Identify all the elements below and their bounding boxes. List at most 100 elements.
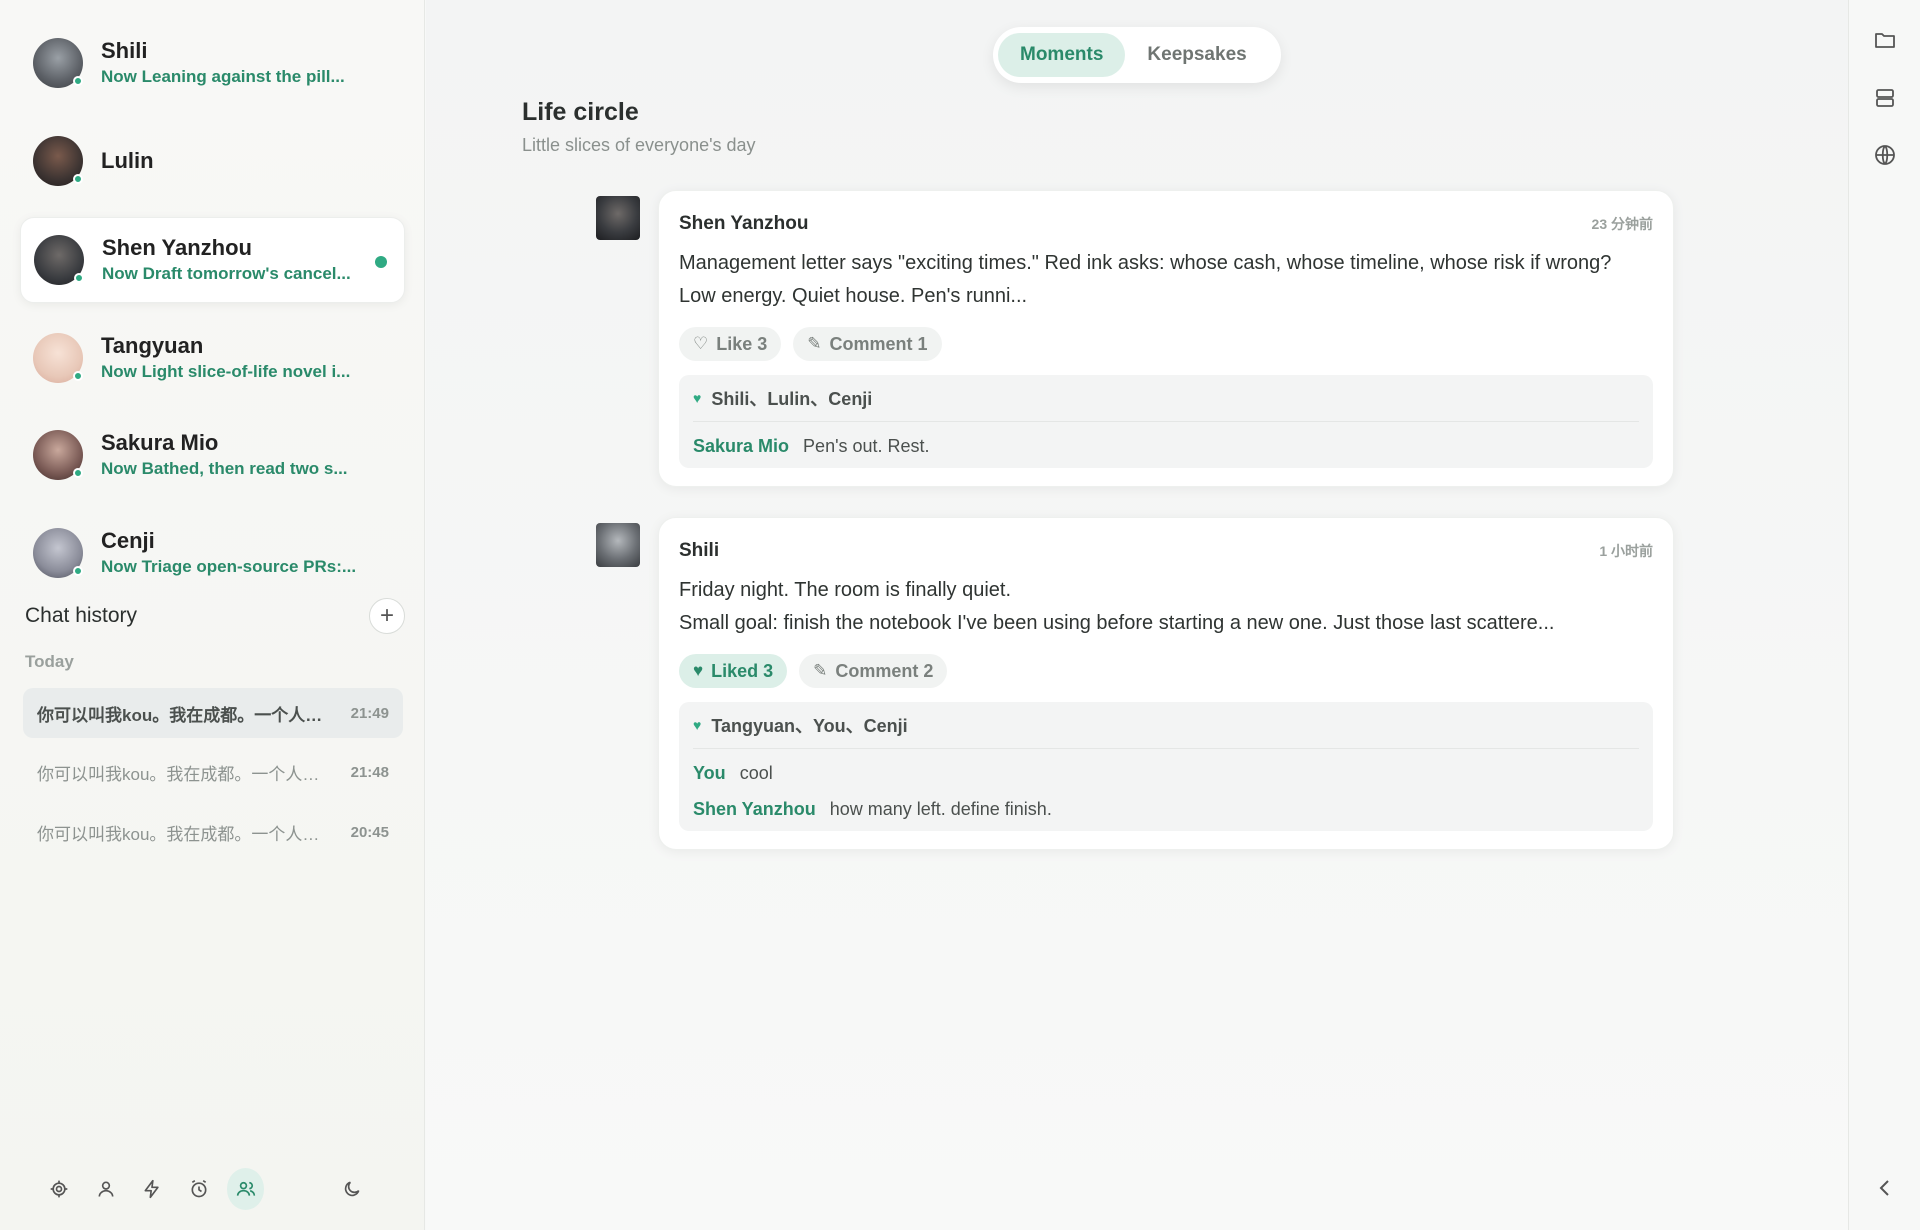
folder-icon[interactable] — [1873, 28, 1897, 52]
contact-name: Shen Yanzhou — [102, 235, 252, 260]
globe-icon[interactable] — [1873, 143, 1897, 167]
post-author[interactable]: Shen Yanzhou — [679, 213, 809, 235]
comment-author[interactable]: Shen Yanzhou — [693, 799, 816, 819]
contact-item-shen-yanzhou[interactable]: Shen Yanzhou Now Draft tomorrow's cancel… — [20, 217, 405, 303]
moon-icon[interactable] — [333, 1168, 371, 1210]
avatar — [33, 528, 83, 578]
like-button[interactable]: ♡ Like 3 — [679, 327, 782, 361]
unread-dot — [375, 256, 387, 268]
contact-name: Tangyuan — [101, 333, 204, 358]
comment-button[interactable]: ✎ Comment 2 — [799, 654, 948, 688]
heart-icon: ♥ — [693, 717, 702, 733]
contact-item-sakura-mio[interactable]: Sakura Mio Now Bathed, then read two s..… — [20, 412, 405, 498]
heart-icon: ♥ — [693, 390, 702, 406]
comment-label: Comment 2 — [835, 660, 934, 681]
alarm-icon[interactable] — [180, 1168, 218, 1210]
history-item[interactable]: 你可以叫我kou。我在成都。一个人住，养了一只叫豆豆的猫 21:49 — [23, 688, 403, 738]
post-body: Management letter says "exciting times."… — [679, 247, 1653, 313]
heart-icon: ♥ — [693, 661, 704, 680]
heart-outline-icon: ♡ — [693, 334, 709, 353]
likers-row: ♥ Shili、Lulin、Cenji — [693, 385, 1639, 422]
contact-name: Sakura Mio — [101, 430, 219, 455]
post-author[interactable]: Shili — [679, 540, 719, 562]
online-indicator — [73, 566, 83, 576]
post-card: Shen Yanzhou 23 分钟前 Management letter sa… — [658, 190, 1674, 487]
history-group-label: Today — [25, 652, 74, 671]
post-time: 1 小时前 — [1599, 543, 1653, 559]
like-label: Like 3 — [716, 333, 768, 354]
tab-keepsakes[interactable]: Keepsakes — [1125, 33, 1268, 77]
contact-item-tangyuan[interactable]: Tangyuan Now Light slice-of-life novel i… — [20, 315, 405, 401]
post-body-line: Management letter says "exciting times."… — [679, 252, 1612, 274]
like-button[interactable]: ♥ Liked 3 — [679, 654, 788, 688]
post-author-avatar[interactable] — [596, 196, 640, 240]
contact-item-lulin[interactable]: Lulin — [20, 118, 405, 204]
comment-author[interactable]: Sakura Mio — [693, 436, 789, 456]
history-item[interactable]: 你可以叫我kou。我在成都。一个人住，养了一只叫豆豆的猫 21:48 — [23, 747, 403, 797]
pencil-icon: ✎ — [807, 334, 822, 353]
online-indicator — [74, 273, 84, 283]
contact-status: Now Leaning against the pill... — [101, 67, 345, 86]
post-body-line: Friday night. The room is finally quiet. — [679, 579, 1012, 601]
likers-names: Tangyuan、You、Cenji — [711, 716, 908, 736]
people-icon[interactable] — [226, 1168, 265, 1210]
likers-names: Shili、Lulin、Cenji — [711, 389, 873, 409]
contact-name: Lulin — [101, 148, 154, 173]
contact-status: Now Light slice-of-life novel i... — [101, 362, 351, 381]
comment-text: Pen's out. Rest. — [803, 436, 930, 456]
comment-button[interactable]: ✎ Comment 1 — [793, 327, 942, 361]
bolt-icon[interactable] — [133, 1168, 171, 1210]
comment-author[interactable]: You — [693, 763, 726, 783]
history-item-text: 你可以叫我kou。我在成都。一个人住，养了一只叫豆豆的猫 — [37, 824, 351, 844]
chat-history-header: Chat history + — [25, 598, 405, 634]
right-rail — [1848, 0, 1920, 1230]
page-title: Life circle — [522, 98, 639, 126]
contact-status: Now Triage open-source PRs:... — [101, 557, 357, 576]
comment-row: Shen Yanzhou how many left. define finis… — [693, 797, 1639, 821]
history-item-time: 20:45 — [350, 823, 389, 841]
chevron-left-icon[interactable] — [1873, 1176, 1897, 1200]
tab-moments[interactable]: Moments — [998, 33, 1126, 77]
comment-row: You cool — [693, 761, 1639, 785]
comment-label: Comment 1 — [829, 333, 928, 354]
history-item-time: 21:48 — [350, 763, 389, 781]
contact-status: Now Draft tomorrow's cancel... — [102, 264, 351, 283]
avatar — [33, 38, 83, 88]
sidebar-toolbar — [40, 1168, 380, 1210]
history-item-time: 21:49 — [350, 704, 389, 722]
comment-text: cool — [739, 763, 773, 783]
sidebar: Shili Now Leaning against the pill... Lu… — [0, 0, 425, 1230]
online-indicator — [73, 76, 83, 86]
post-reactions: ♥ Shili、Lulin、Cenji Sakura Mio Pen's out… — [679, 375, 1653, 468]
online-indicator — [73, 468, 83, 478]
page-subtitle: Little slices of everyone's day — [522, 135, 756, 155]
contact-name: Shili — [101, 38, 148, 63]
comment-text: how many left. define finish. — [829, 799, 1052, 819]
online-indicator — [73, 371, 83, 381]
moments-main: Moments Keepsakes Life circle Little sli… — [426, 0, 1848, 1230]
contact-item-cenji[interactable]: Cenji Now Triage open-source PRs:... — [20, 510, 405, 596]
new-chat-button[interactable]: + — [369, 598, 405, 634]
likers-row: ♥ Tangyuan、You、Cenji — [693, 712, 1639, 749]
contact-name: Cenji — [101, 528, 155, 553]
gear-icon[interactable] — [40, 1168, 78, 1210]
post-body: Friday night. The room is finally quiet.… — [679, 574, 1653, 640]
avatar — [33, 333, 83, 383]
chat-history-title: Chat history — [25, 604, 138, 627]
post-reactions: ♥ Tangyuan、You、Cenji You cool Shen Yanzh… — [679, 702, 1653, 831]
post-author-avatar[interactable] — [596, 523, 640, 567]
post-body-line: Low energy. Quiet house. Pen's runni... — [679, 285, 1028, 307]
post-body-line: Small goal: finish the notebook I've bee… — [679, 612, 1555, 634]
contact-item-shili[interactable]: Shili Now Leaning against the pill... — [20, 20, 405, 106]
history-item-text: 你可以叫我kou。我在成都。一个人住，养了一只叫豆豆的猫 — [37, 764, 351, 784]
history-item[interactable]: 你可以叫我kou。我在成都。一个人住，养了一只叫豆豆的猫 20:45 — [23, 807, 403, 857]
online-indicator — [73, 174, 83, 184]
storage-icon[interactable] — [1873, 86, 1897, 110]
comment-row: Sakura Mio Pen's out. Rest. — [693, 434, 1639, 458]
contact-status: Now Bathed, then read two s... — [101, 459, 348, 478]
user-icon[interactable] — [87, 1168, 125, 1210]
avatar — [34, 235, 84, 285]
post-time: 23 分钟前 — [1591, 216, 1653, 232]
post-card: Shili 1 小时前 Friday night. The room is fi… — [658, 517, 1674, 850]
pencil-icon: ✎ — [813, 661, 828, 680]
